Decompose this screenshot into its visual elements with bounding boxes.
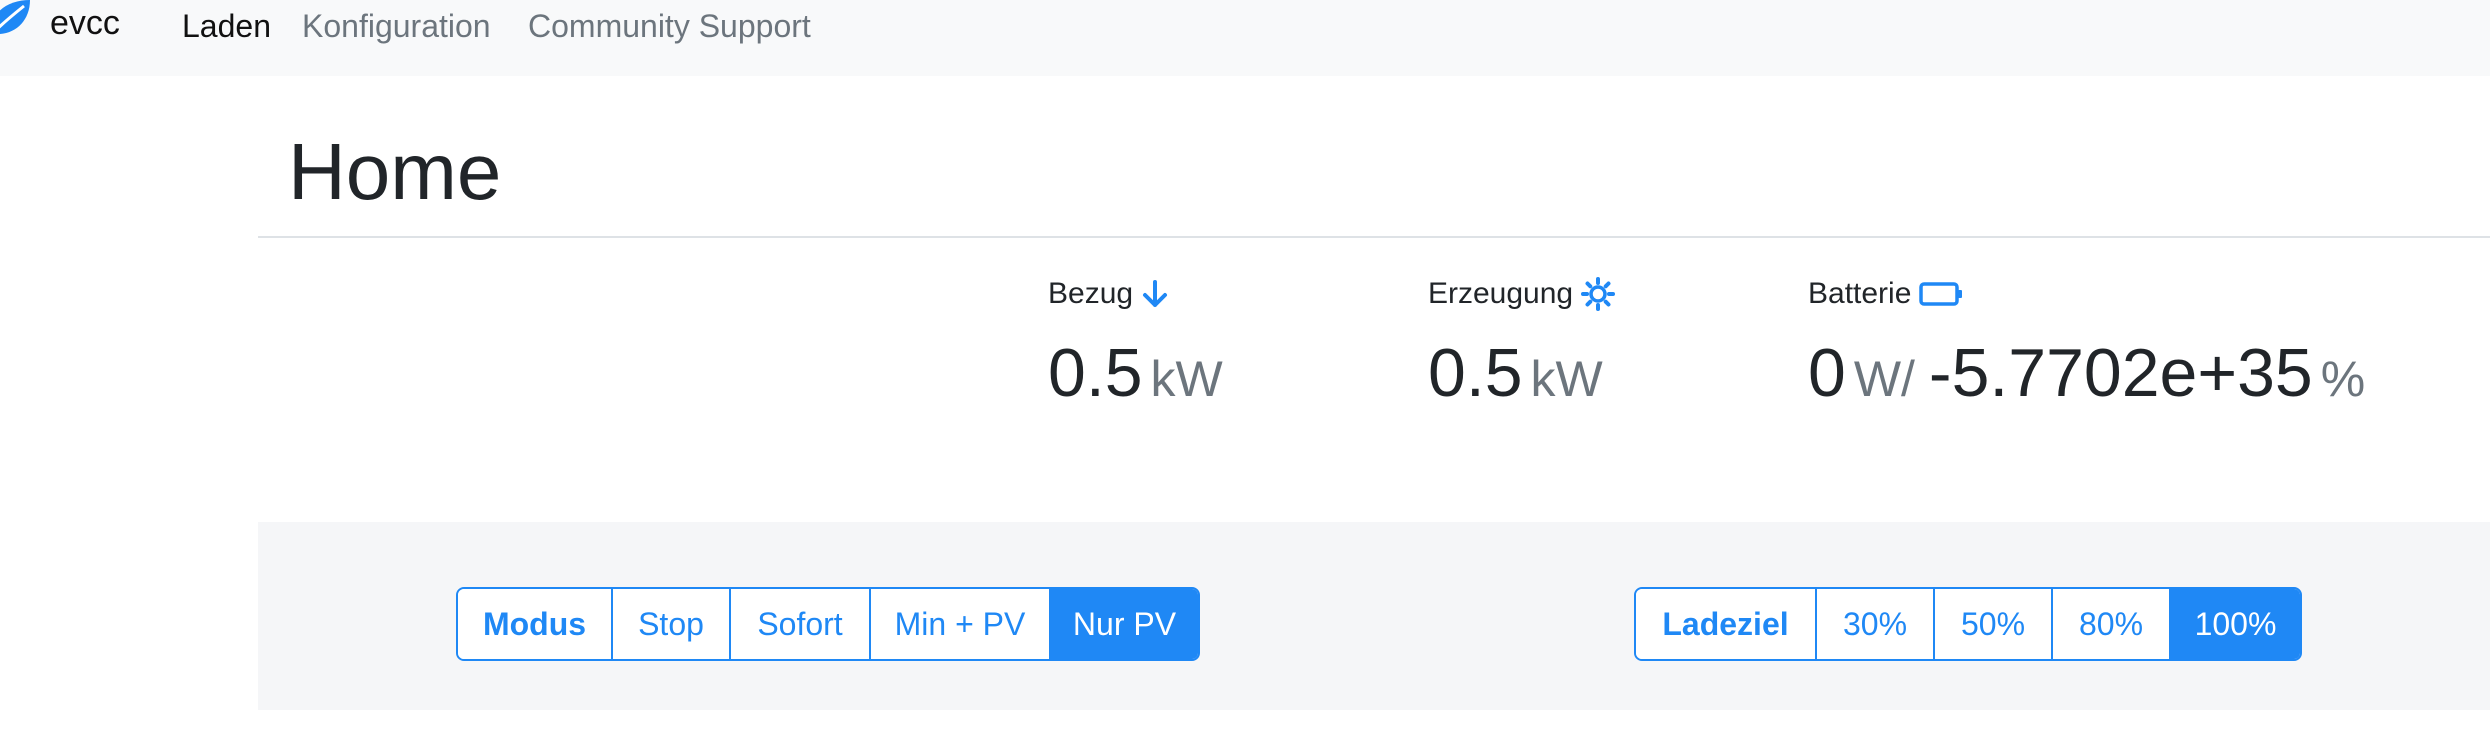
- batterie-label: Batterie: [1808, 277, 1963, 311]
- nav-laden[interactable]: Laden: [182, 8, 271, 45]
- sun-icon: [1581, 277, 1616, 311]
- target-button-group: Ladeziel 30% 50% 80% 100%: [1634, 587, 2302, 661]
- nav-community-support[interactable]: Community Support: [528, 8, 811, 45]
- battery-soc: -5.7702e+35: [1928, 335, 2313, 411]
- bezug-label: Bezug: [1048, 277, 1169, 311]
- batterie-value: 0 W/-5.7702e+35%: [1808, 335, 2366, 411]
- erzeugung-value: 0.5 kW: [1428, 335, 1603, 411]
- mode-sofort-button[interactable]: Sofort: [731, 589, 871, 659]
- arrow-down-icon: [1143, 280, 1168, 307]
- battery-icon: [1919, 282, 1963, 306]
- target-80-button[interactable]: 80%: [2053, 589, 2171, 659]
- erzeugung-label: Erzeugung: [1428, 277, 1616, 311]
- navbar: evcc Laden Konfiguration Community Suppo…: [0, 0, 2490, 76]
- page-title: Home: [288, 127, 502, 216]
- mode-label: Modus: [458, 589, 613, 659]
- target-100-button[interactable]: 100%: [2171, 589, 2300, 659]
- mode-stop-button[interactable]: Stop: [613, 589, 731, 659]
- nav-konfiguration[interactable]: Konfiguration: [302, 8, 491, 45]
- target-label: Ladeziel: [1636, 589, 1817, 659]
- mode-minpv-button[interactable]: Min + PV: [871, 589, 1051, 659]
- leaf-logo-icon: [0, 0, 30, 34]
- bezug-value: 0.5 kW: [1048, 335, 1223, 411]
- mode-nurpv-button[interactable]: Nur PV: [1051, 589, 1198, 659]
- brand-name[interactable]: evcc: [50, 4, 120, 43]
- mode-button-group: Modus Stop Sofort Min + PV Nur PV: [456, 587, 1200, 661]
- target-50-button[interactable]: 50%: [1935, 589, 2053, 659]
- target-30-button[interactable]: 30%: [1817, 589, 1935, 659]
- divider: [258, 236, 2490, 238]
